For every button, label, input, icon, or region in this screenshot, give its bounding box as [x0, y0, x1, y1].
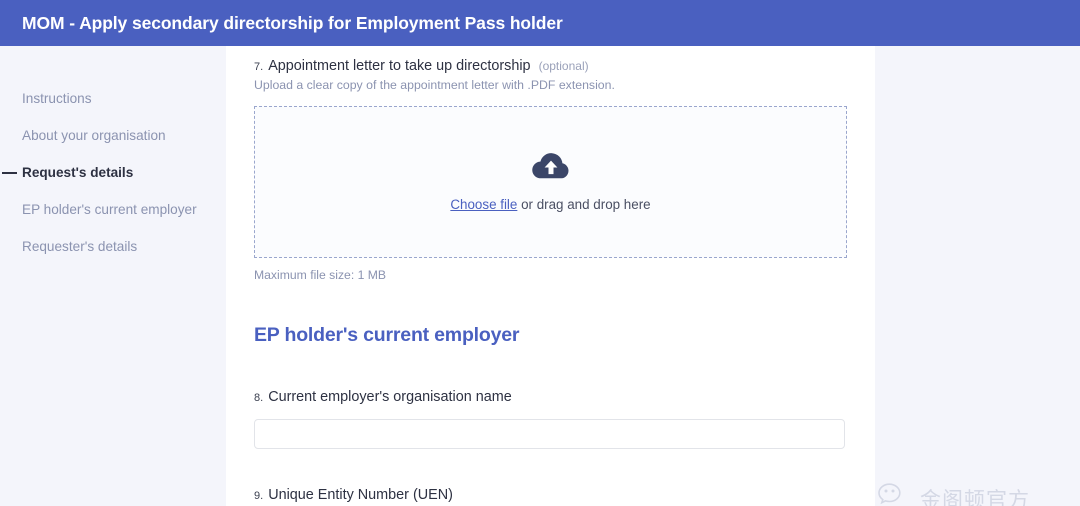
watermark-text: 金阁顿官方	[920, 487, 1030, 506]
question-9-uen: 9. Unique Entity Number (UEN) Enter the …	[254, 475, 847, 506]
app-header: MOM - Apply secondary directorship for E…	[0, 0, 1080, 46]
sidebar-item-label: Request's details	[22, 165, 134, 180]
section-heading-ep-holders-current-employer: EP holder's current employer	[254, 324, 520, 346]
question-8-label: 8. Current employer's organisation name	[254, 377, 847, 405]
watermark: 金阁顿官方	[877, 482, 1030, 506]
question-8-title: Current employer's organisation name	[268, 389, 512, 405]
form-content-panel: 7. Appointment letter to take up directo…	[226, 46, 875, 506]
question-7-appointment-letter: 7. Appointment letter to take up directo…	[254, 46, 847, 282]
file-dropzone[interactable]: Choose file or drag and drop here	[254, 106, 847, 258]
sidebar-item-instructions[interactable]: Instructions	[0, 80, 226, 117]
choose-file-link[interactable]: Choose file	[450, 197, 517, 212]
question-9-label: 9. Unique Entity Number (UEN)	[254, 475, 847, 503]
active-item-marker	[2, 171, 17, 174]
sidebar-item-requests-details[interactable]: Request's details	[0, 154, 226, 191]
question-9-number: 9.	[254, 490, 264, 502]
question-7-optional-tag: (optional)	[538, 59, 589, 73]
question-7-help-text: Upload a clear copy of the appointment l…	[254, 78, 615, 92]
sidebar-item-label: Instructions	[22, 91, 92, 106]
wechat-icon	[877, 482, 911, 506]
sidebar-item-requesters-details[interactable]: Requester's details	[0, 228, 226, 265]
sidebar-item-about-your-organisation[interactable]: About your organisation	[0, 117, 226, 154]
cloud-upload-icon	[531, 152, 571, 187]
sidebar-nav: Instructions About your organisation Req…	[0, 46, 226, 506]
max-file-size-note: Maximum file size: 1 MB	[254, 268, 387, 282]
sidebar-item-ep-holders-current-employer[interactable]: EP holder's current employer	[0, 191, 226, 228]
question-7-number: 7.	[254, 61, 264, 73]
question-7-title: Appointment letter to take up directorsh…	[268, 58, 531, 74]
sidebar-item-label: About your organisation	[22, 128, 166, 143]
question-7-label: 7. Appointment letter to take up directo…	[254, 46, 847, 74]
page-title: MOM - Apply secondary directorship for E…	[22, 12, 563, 33]
current-employer-name-input[interactable]	[254, 419, 845, 449]
page-body: Instructions About your organisation Req…	[0, 46, 1080, 506]
question-8-number: 8.	[254, 392, 264, 404]
drag-drop-text: or drag and drop here	[517, 197, 651, 212]
dropzone-instruction: Choose file or drag and drop here	[450, 197, 650, 212]
sidebar-item-label: Requester's details	[22, 239, 138, 254]
question-9-title: Unique Entity Number (UEN)	[268, 487, 453, 503]
question-8-current-employer-name: 8. Current employer's organisation name	[254, 377, 847, 449]
sidebar-item-label: EP holder's current employer	[22, 202, 197, 217]
